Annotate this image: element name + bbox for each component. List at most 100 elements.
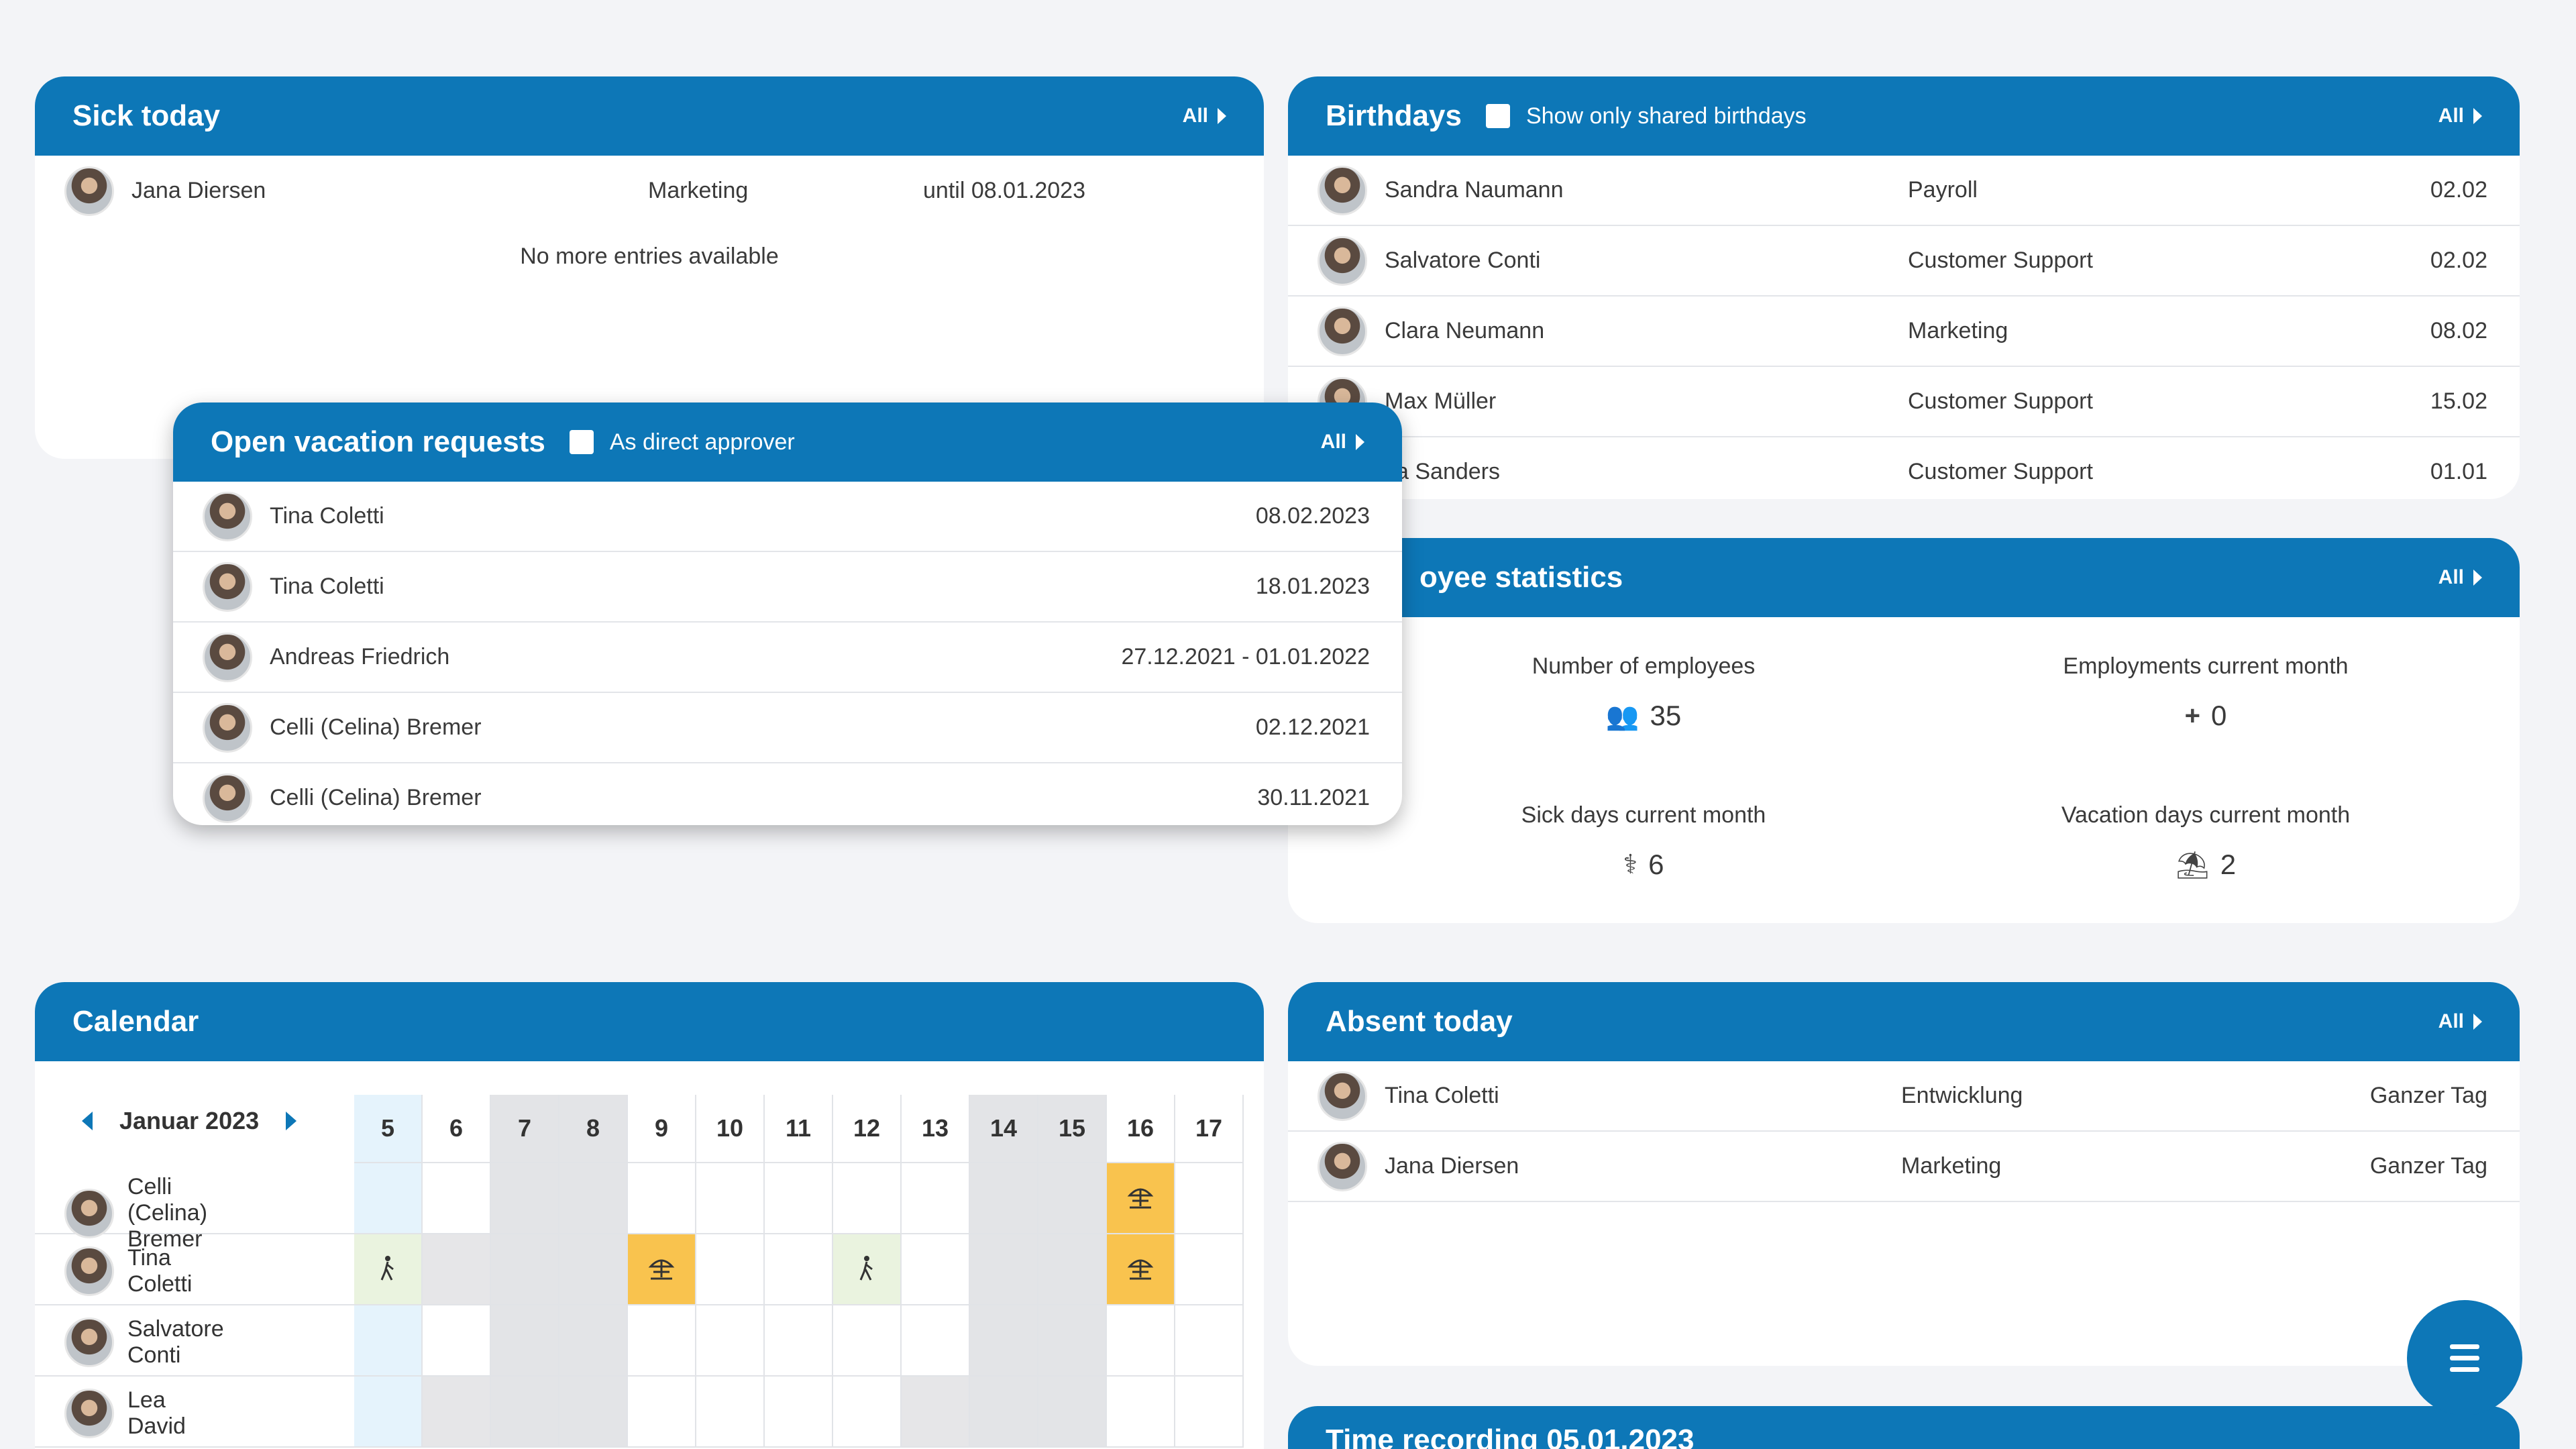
calendar-day-cell[interactable] bbox=[491, 1305, 559, 1377]
calendar-day-cell[interactable] bbox=[833, 1305, 902, 1377]
calendar-day-cell[interactable] bbox=[423, 1305, 491, 1377]
calendar-header: Calendar bbox=[35, 982, 1264, 1061]
calendar-day-cell[interactable] bbox=[354, 1163, 423, 1234]
calendar-day-cell[interactable] bbox=[1107, 1377, 1175, 1448]
list-item[interactable]: Tina Coletti Entwicklung Ganzer Tag bbox=[1288, 1061, 2520, 1132]
hamburger-icon bbox=[2450, 1344, 2479, 1349]
calendar-person: Lea David bbox=[64, 1387, 186, 1440]
list-item[interactable]: Tina Coletti 08.02.2023 bbox=[173, 482, 1402, 552]
avatar bbox=[1318, 1071, 1367, 1121]
all-link[interactable]: All bbox=[1321, 431, 1364, 453]
list-item[interactable]: Max Müller Customer Support 15.02 bbox=[1288, 367, 2520, 437]
calendar-day-cell[interactable] bbox=[1038, 1163, 1107, 1234]
next-month-icon[interactable] bbox=[286, 1112, 297, 1130]
list-item[interactable]: Sandra Naumann Payroll 02.02 bbox=[1288, 156, 2520, 226]
calendar-day-cell[interactable] bbox=[1175, 1163, 1244, 1234]
calendar-day-cell[interactable] bbox=[833, 1163, 902, 1234]
calendar-day-cell[interactable] bbox=[833, 1234, 902, 1305]
avatar bbox=[1318, 235, 1367, 286]
calendar-day-cell[interactable] bbox=[765, 1163, 833, 1234]
calendar-day-cell[interactable] bbox=[423, 1377, 491, 1448]
calendar-day-cell[interactable] bbox=[1107, 1163, 1175, 1234]
calendar-day-cell[interactable] bbox=[491, 1377, 559, 1448]
calendar-day-cell[interactable] bbox=[902, 1234, 970, 1305]
list-item[interactable]: Celli (Celina) Bremer 02.12.2021 bbox=[173, 693, 1402, 763]
day-header: 12 bbox=[833, 1095, 902, 1163]
person-name: Tina Coletti bbox=[1385, 1083, 1499, 1108]
shared-birthdays-checkbox[interactable]: Show only shared birthdays bbox=[1485, 103, 1807, 129]
calendar-day-cell[interactable] bbox=[354, 1305, 423, 1377]
list-item[interactable]: Celli (Celina) Bremer 30.11.2021 bbox=[173, 763, 1402, 825]
calendar-day-cell[interactable] bbox=[491, 1163, 559, 1234]
calendar-day-cell[interactable] bbox=[628, 1377, 696, 1448]
calendar-day-cell[interactable] bbox=[559, 1305, 628, 1377]
menu-button[interactable] bbox=[2407, 1300, 2522, 1415]
calendar-day-cell[interactable] bbox=[696, 1234, 765, 1305]
calendar-day-cell[interactable] bbox=[696, 1305, 765, 1377]
person-name: Andreas Friedrich bbox=[270, 644, 450, 669]
calendar-day-cell[interactable] bbox=[765, 1234, 833, 1305]
calendar-day-cell[interactable] bbox=[765, 1305, 833, 1377]
birthdays-header: Birthdays Show only shared birthdays All bbox=[1288, 76, 2520, 156]
calendar-day-cell[interactable] bbox=[970, 1377, 1038, 1448]
avatar bbox=[203, 632, 252, 682]
direct-approver-checkbox[interactable]: As direct approver bbox=[569, 429, 795, 455]
calendar-day-cell[interactable] bbox=[1038, 1377, 1107, 1448]
calendar-day-cell[interactable] bbox=[1038, 1305, 1107, 1377]
department: Payroll bbox=[1908, 177, 1978, 203]
calendar-day-cell[interactable] bbox=[628, 1305, 696, 1377]
person-name: Celli (Celina) Bremer bbox=[127, 1174, 208, 1252]
all-link[interactable]: All bbox=[2438, 1010, 2482, 1033]
caret-right-icon bbox=[2473, 108, 2482, 124]
day-header: 9 bbox=[628, 1095, 696, 1163]
time-recording-header: Time recording 05.01.2023 bbox=[1288, 1406, 2520, 1449]
all-link[interactable]: All bbox=[1183, 105, 1226, 127]
calendar-day-cell[interactable] bbox=[559, 1163, 628, 1234]
calendar-day-cell[interactable] bbox=[354, 1377, 423, 1448]
calendar-day-cell[interactable] bbox=[765, 1377, 833, 1448]
list-item[interactable]: sa Sanders Customer Support 01.01 bbox=[1288, 437, 2520, 499]
calendar-person: Celli (Celina) Bremer bbox=[64, 1174, 207, 1252]
calendar-day-cell[interactable] bbox=[491, 1234, 559, 1305]
calendar-day-cell[interactable] bbox=[1175, 1305, 1244, 1377]
calendar-day-cell[interactable] bbox=[970, 1163, 1038, 1234]
day-number: 14 bbox=[989, 1114, 1018, 1142]
caret-right-icon bbox=[1356, 434, 1364, 450]
calendar-day-cell[interactable] bbox=[1175, 1377, 1244, 1448]
request-date: 30.11.2021 bbox=[1257, 785, 1370, 810]
all-link[interactable]: All bbox=[2438, 105, 2482, 127]
calendar-day-cell[interactable] bbox=[1175, 1234, 1244, 1305]
calendar-day-cell[interactable] bbox=[833, 1377, 902, 1448]
calendar-day-cell[interactable] bbox=[970, 1234, 1038, 1305]
list-item[interactable]: Clara Neumann Marketing 08.02 bbox=[1288, 297, 2520, 367]
calendar-day-cell[interactable] bbox=[628, 1163, 696, 1234]
list-item[interactable]: Salvatore Conti Customer Support 02.02 bbox=[1288, 226, 2520, 297]
calendar-day-cell[interactable] bbox=[423, 1163, 491, 1234]
list-item[interactable]: Andreas Friedrich 27.12.2021 - 01.01.2022 bbox=[173, 623, 1402, 693]
list-item[interactable]: Jana Diersen Marketing Ganzer Tag bbox=[1288, 1132, 2520, 1202]
request-date: 08.02.2023 bbox=[1255, 503, 1370, 529]
calendar-day-cell[interactable] bbox=[1107, 1305, 1175, 1377]
person-name: Jana Diersen bbox=[1385, 1153, 1519, 1179]
calendar-day-cell[interactable] bbox=[628, 1234, 696, 1305]
calendar-day-cell[interactable] bbox=[902, 1163, 970, 1234]
calendar-day-cell[interactable] bbox=[902, 1305, 970, 1377]
calendar-day-cell[interactable] bbox=[559, 1377, 628, 1448]
absent-today-card: Absent today All Tina Coletti Entwicklung… bbox=[1288, 982, 2520, 1366]
person-name: Tina Coletti bbox=[270, 574, 384, 599]
avatar bbox=[1318, 306, 1367, 356]
calendar-day-cell[interactable] bbox=[1107, 1234, 1175, 1305]
calendar-day-cell[interactable] bbox=[696, 1163, 765, 1234]
calendar-day-cell[interactable] bbox=[970, 1305, 1038, 1377]
calendar-day-cell[interactable] bbox=[902, 1377, 970, 1448]
calendar-day-cell[interactable] bbox=[1038, 1234, 1107, 1305]
prev-month-icon[interactable] bbox=[82, 1112, 93, 1130]
list-item[interactable]: Jana Diersen Marketing until 08.01.2023 bbox=[35, 156, 1264, 226]
list-item[interactable]: Tina Coletti 18.01.2023 bbox=[173, 552, 1402, 623]
row-divider bbox=[35, 1446, 354, 1448]
calendar-day-cell[interactable] bbox=[354, 1234, 423, 1305]
calendar-day-cell[interactable] bbox=[559, 1234, 628, 1305]
calendar-day-cell[interactable] bbox=[696, 1377, 765, 1448]
calendar-day-cell[interactable] bbox=[423, 1234, 491, 1305]
all-link[interactable]: All bbox=[2438, 566, 2482, 589]
